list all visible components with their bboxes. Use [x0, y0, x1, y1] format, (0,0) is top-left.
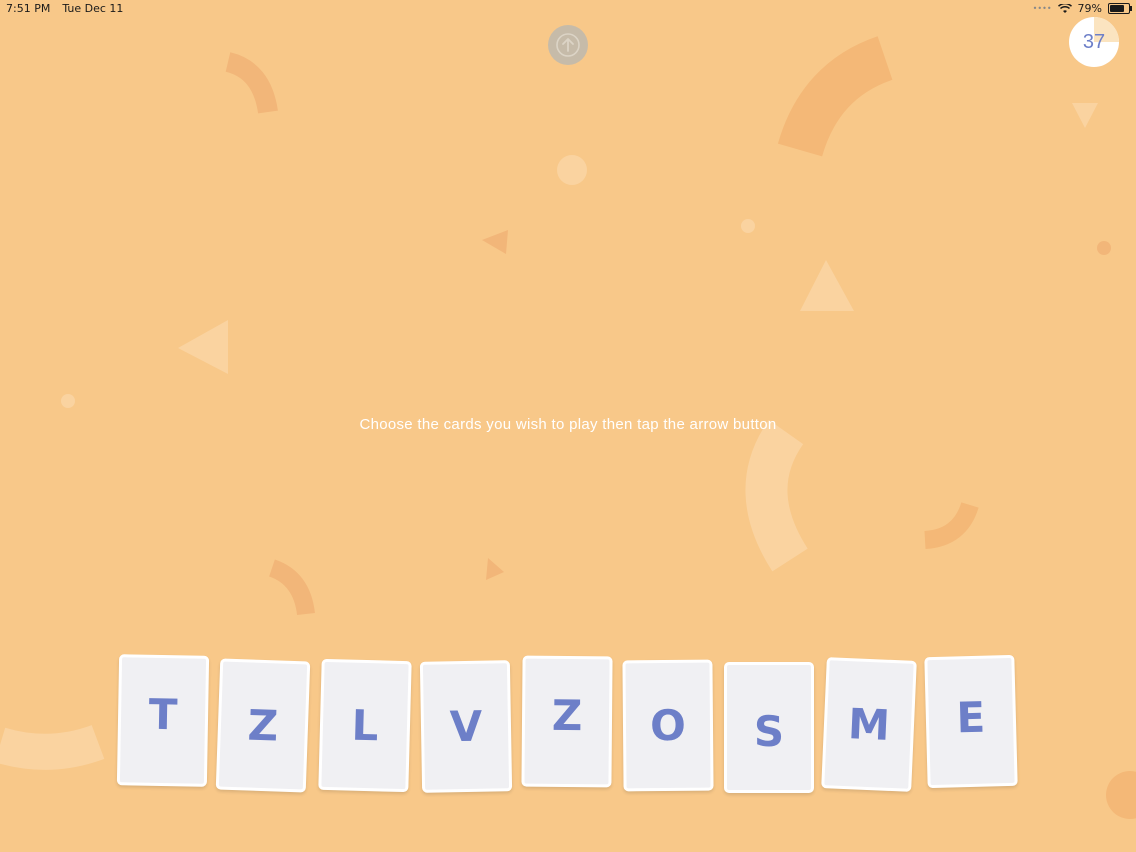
card-letter: S	[753, 707, 785, 756]
card-letter: M	[847, 699, 891, 750]
card-hand: T Z L V Z O S M E	[0, 0, 1136, 852]
card-letter: Z	[551, 690, 583, 741]
card[interactable]: Z	[215, 658, 311, 793]
card-letter: Z	[246, 700, 280, 751]
card-letter: T	[148, 689, 178, 740]
card[interactable]: S	[724, 662, 814, 793]
card-letter: L	[350, 700, 380, 751]
card-letter: E	[955, 692, 986, 743]
card-letter: O	[649, 700, 687, 751]
card[interactable]: Z	[521, 655, 613, 788]
card[interactable]: V	[419, 660, 513, 793]
card-letter: V	[449, 701, 483, 752]
card[interactable]: E	[924, 654, 1018, 789]
card[interactable]: T	[116, 654, 210, 787]
card[interactable]: O	[622, 659, 714, 792]
card[interactable]: L	[318, 658, 412, 793]
card[interactable]: M	[821, 657, 917, 792]
